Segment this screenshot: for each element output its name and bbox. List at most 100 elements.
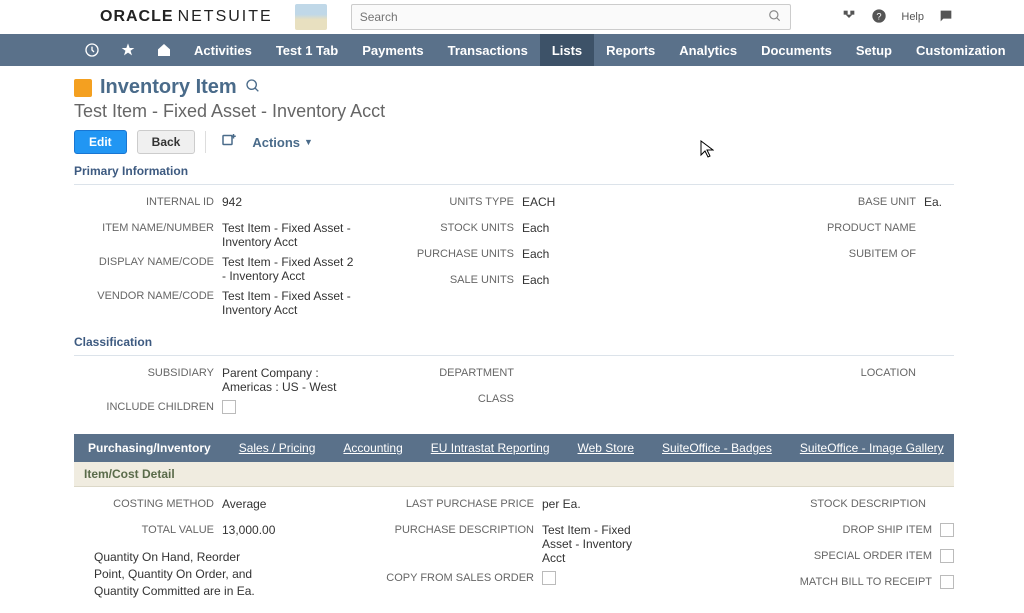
department-label: DEPARTMENT [374,366,514,379]
internal-id-label: INTERNAL ID [74,195,214,208]
drop-ship-checkbox[interactable] [940,523,954,537]
oracle-netsuite-logo: ORACLE NETSUITE [100,8,273,26]
sale-units-label: SALE UNITS [374,273,514,286]
nav-setup[interactable]: Setup [844,34,904,66]
copy-from-sales-checkbox[interactable] [542,571,556,585]
search-input[interactable] [360,10,768,24]
special-order-checkbox[interactable] [940,549,954,563]
stock-units-value: Each [522,221,654,235]
purchase-description-label: PURCHASE DESCRIPTION [374,523,534,536]
nav-documents[interactable]: Documents [749,34,844,66]
subsidiary-value: Parent Company : Americas : US - West [222,366,354,394]
edit-button[interactable]: Edit [74,130,127,154]
costing-method-label: COSTING METHOD [74,497,214,510]
help-icon[interactable]: ? [871,8,887,27]
action-buttons: Edit Back Actions ▼ [74,130,954,154]
stock-description-label: STOCK DESCRIPTION [810,497,926,510]
include-children-label: INCLUDE CHILDREN [74,400,214,413]
nav-fixed[interactable]: Fixed [1018,34,1024,66]
subtab-purchasing[interactable]: Purchasing/Inventory [74,434,225,462]
item-cost-detail-header: Item/Cost Detail [74,462,954,487]
nav-lists[interactable]: Lists [540,34,594,66]
record-icon [74,79,92,97]
nav-transactions[interactable]: Transactions [436,34,540,66]
section-classification-header: Classification [74,331,954,356]
base-unit-value: Ea. [924,195,954,209]
main-nav: Activities Test 1 Tab Payments Transacti… [0,34,1024,66]
partner-logo [295,4,327,30]
copy-from-sales-label: COPY FROM SALES ORDER [374,571,534,584]
special-order-label: SPECIAL ORDER ITEM [814,549,932,562]
subtab-eu-intrastat[interactable]: EU Intrastat Reporting [417,434,564,462]
back-button[interactable]: Back [137,130,196,154]
actions-menu[interactable]: Actions ▼ [252,135,313,150]
nav-customization[interactable]: Customization [904,34,1018,66]
cost-detail-fields: COSTING METHODAverage TOTAL VALUE13,000.… [74,497,954,599]
global-search[interactable] [351,4,791,30]
top-bar: ORACLE NETSUITE ? Help [0,0,1024,34]
home-icon[interactable] [146,34,182,66]
role-switcher-icon[interactable] [841,8,857,27]
add-shortcut-icon[interactable] [216,131,242,154]
classification-fields: SUBSIDIARY Parent Company : Americas : US… [74,366,954,420]
record-title: Test Item - Fixed Asset - Inventory Acct [74,101,954,122]
feedback-icon[interactable] [938,8,954,27]
record-search-icon[interactable] [245,78,261,97]
last-purchase-price-label: LAST PURCHASE PRICE [374,497,534,510]
location-label: LOCATION [861,366,916,379]
logo-netsuite: NETSUITE [178,8,273,26]
actions-label: Actions [252,135,300,150]
item-name-label: ITEM NAME/NUMBER [74,221,214,234]
quantity-note: Quantity On Hand, Reorder Point, Quantit… [74,549,274,599]
vendor-name-value: Test Item - Fixed Asset - Inventory Acct [222,289,354,317]
purchase-units-value: Each [522,247,654,261]
subtab-image-gallery[interactable]: SuiteOffice - Image Gallery [786,434,954,462]
item-name-value: Test Item - Fixed Asset - Inventory Acct [222,221,354,249]
include-children-checkbox[interactable] [222,400,236,414]
star-icon[interactable] [110,34,146,66]
product-name-label: PRODUCT NAME [827,221,916,234]
top-icons: ? Help [841,8,954,27]
class-label: CLASS [374,392,514,405]
display-name-label: DISPLAY NAME/CODE [74,255,214,268]
subitem-of-label: SUBITEM OF [849,247,916,260]
record-type-label: Inventory Item [100,76,237,99]
drop-ship-label: DROP SHIP ITEM [843,523,932,536]
recent-icon[interactable] [74,34,110,66]
svg-text:?: ? [877,11,882,21]
nav-reports[interactable]: Reports [594,34,667,66]
match-bill-checkbox[interactable] [940,575,954,589]
units-type-label: UNITS TYPE [374,195,514,208]
search-icon[interactable] [768,9,782,26]
help-label[interactable]: Help [901,11,924,23]
section-primary-header: Primary Information [74,160,954,185]
match-bill-label: MATCH BILL TO RECEIPT [800,575,932,588]
subsidiary-label: SUBSIDIARY [74,366,214,379]
purchase-description-value: Test Item - Fixed Asset - Inventory Acct [542,523,654,565]
subtab-sales-pricing[interactable]: Sales / Pricing [225,434,330,462]
button-divider [205,131,206,153]
nav-payments[interactable]: Payments [350,34,435,66]
page-content: Inventory Item Test Item - Fixed Asset -… [0,66,1024,420]
internal-id-value: 942 [222,195,354,209]
display-name-value: Test Item - Fixed Asset 2 - Inventory Ac… [222,255,354,283]
vendor-name-label: VENDOR NAME/CODE [74,289,214,302]
total-value-value: 13,000.00 [222,523,354,537]
subtab-content: Item/Cost Detail COSTING METHOD Average T… [74,462,954,599]
nav-test1tab[interactable]: Test 1 Tab [264,34,350,66]
logo-oracle: ORACLE [100,8,174,26]
subtab-accounting[interactable]: Accounting [329,434,416,462]
last-purchase-price-value: per Ea. [542,497,654,511]
subtab-badges[interactable]: SuiteOffice - Badges [648,434,786,462]
units-type-value: EACH [522,195,654,209]
costing-method-value: Average [222,497,354,511]
nav-activities[interactable]: Activities [182,34,264,66]
nav-analytics[interactable]: Analytics [667,34,749,66]
subtab-bar: Purchasing/Inventory Sales / Pricing Acc… [74,434,954,462]
stock-units-label: STOCK UNITS [374,221,514,234]
subtab-web-store[interactable]: Web Store [564,434,648,462]
primary-fields: INTERNAL ID 942 ITEM NAME/NUMBER Test Item… [74,195,954,317]
sale-units-value: Each [522,273,654,287]
base-unit-label: BASE UNIT [858,195,916,208]
caret-down-icon: ▼ [304,137,313,147]
